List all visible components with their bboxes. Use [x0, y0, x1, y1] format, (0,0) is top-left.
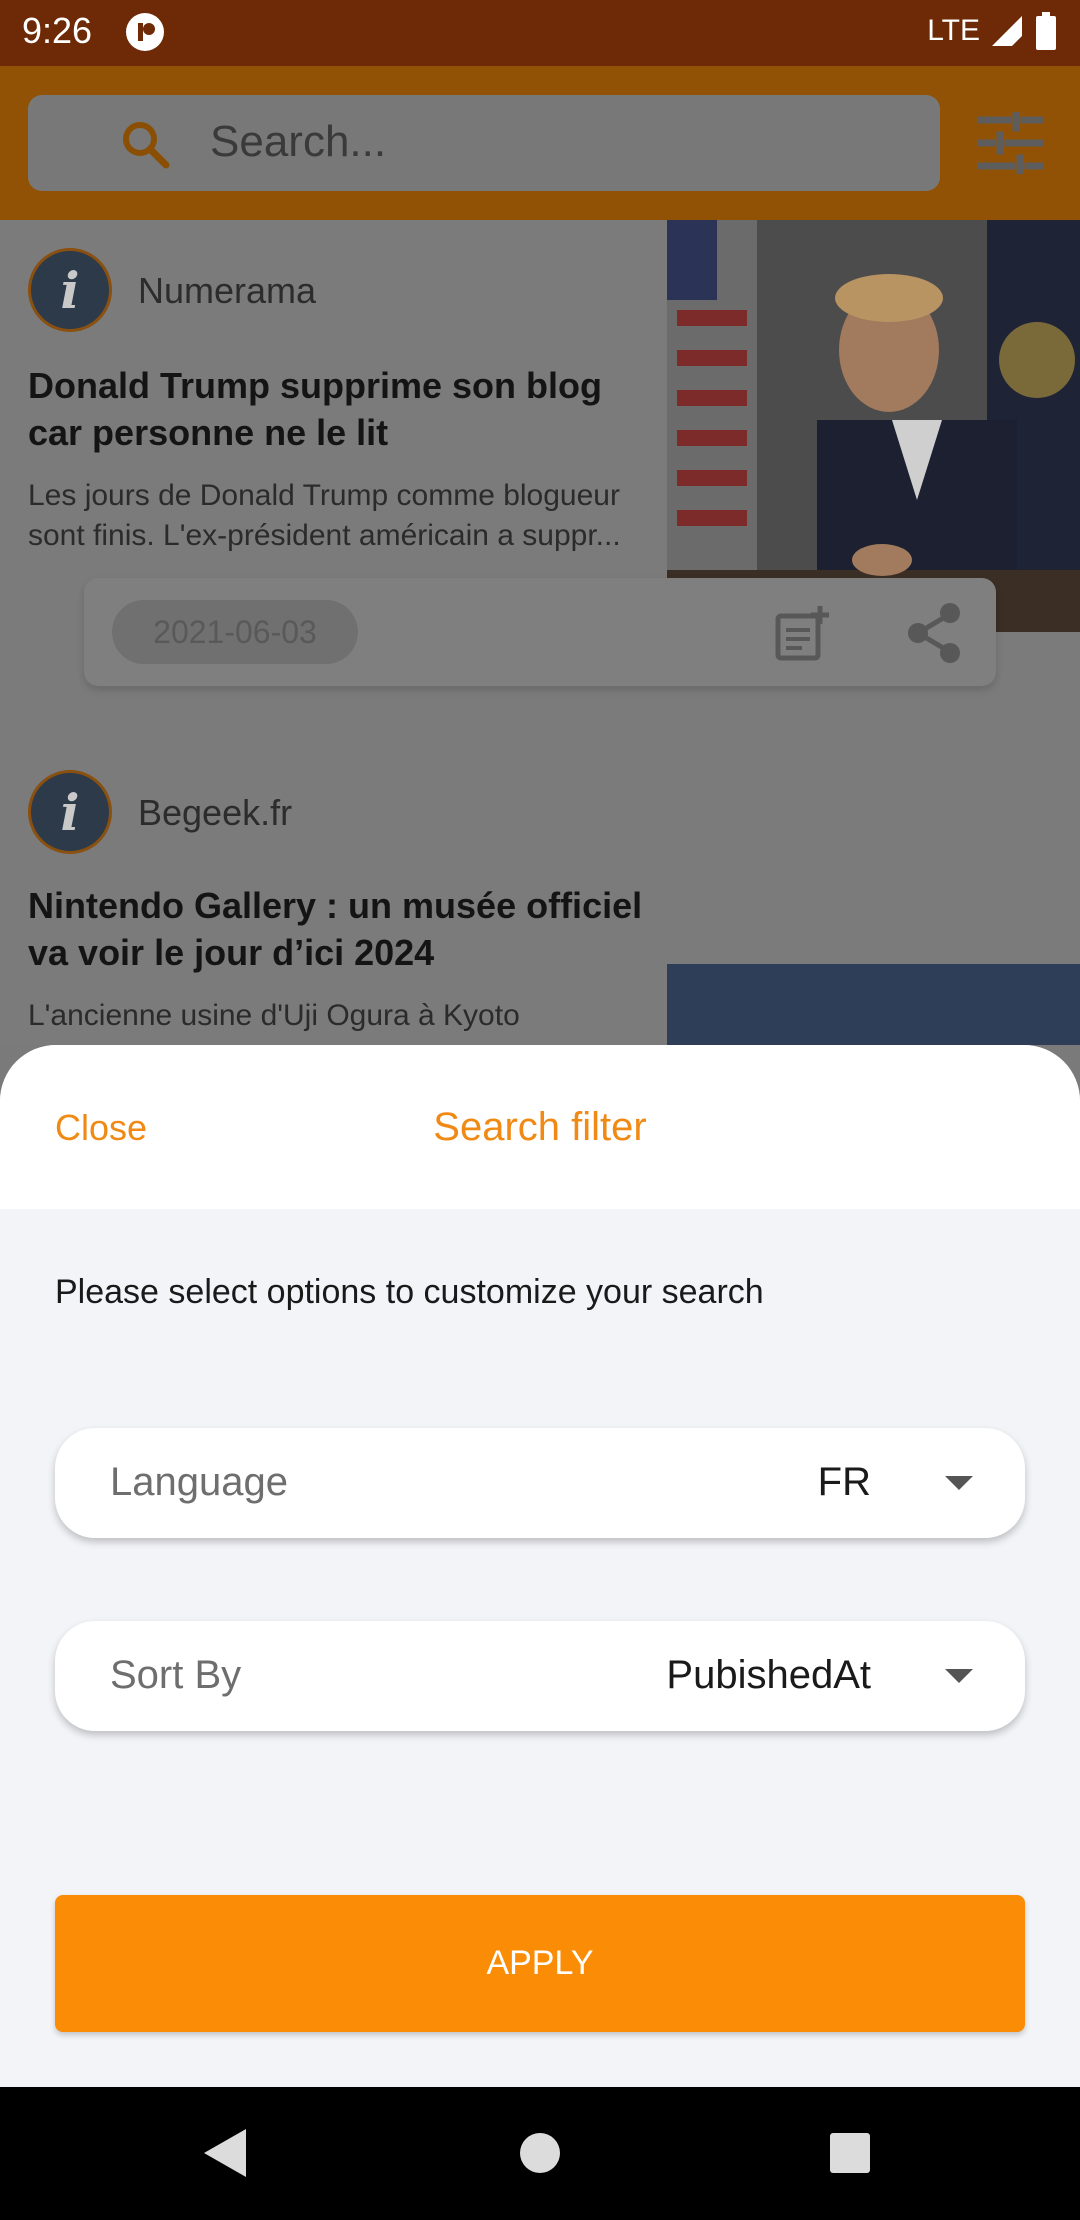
article-image: [667, 964, 1080, 1045]
news-card[interactable]: i Numerama Donald Trump supprime son blo…: [0, 220, 1080, 740]
headline: Nintendo Gallery : un musée officiel va …: [28, 885, 643, 973]
filter-sliders-icon[interactable]: [978, 112, 1044, 174]
search-icon: [123, 122, 170, 169]
search-filter-sheet: Close Search filter Please select option…: [0, 1045, 1080, 2087]
instructions-text: Please select options to customize your …: [55, 1273, 764, 1311]
source-name: Numerama: [138, 270, 317, 311]
news-card[interactable]: i Begeek.fr Nintendo Gallery : un musée …: [0, 742, 1080, 1045]
summary: Les jours de Donald Trump comme blogueur…: [28, 479, 621, 552]
back-icon[interactable]: [200, 2127, 250, 2179]
language-label: Language: [110, 1460, 288, 1504]
status-time: 9:26: [22, 10, 93, 51]
dropdown-caret-icon: [945, 1476, 973, 1490]
signal-icon: [992, 16, 1022, 46]
app-notification-icon: [126, 13, 164, 51]
sort-by-value: PubishedAt: [666, 1653, 871, 1697]
source-logo-icon: i: [28, 770, 112, 854]
news-feed: i Numerama Donald Trump supprime son blo…: [0, 220, 1080, 1045]
sheet-title: Search filter: [433, 1105, 647, 1149]
language-select[interactable]: Language FR: [55, 1428, 1025, 1538]
search-placeholder: Search...: [210, 117, 387, 166]
sort-by-select[interactable]: Sort By PubishedAt: [55, 1621, 1025, 1731]
date-chip: 2021-06-03: [112, 600, 358, 664]
apply-button[interactable]: APPLY: [55, 1895, 1025, 2032]
source-name: Begeek.fr: [138, 792, 293, 833]
language-value: FR: [817, 1460, 871, 1504]
recents-icon[interactable]: [829, 2132, 871, 2174]
navigation-bar: [0, 2087, 1080, 2220]
search-input[interactable]: Search...: [28, 95, 940, 191]
share-icon[interactable]: [904, 602, 964, 664]
sheet-header: Close Search filter: [0, 1045, 1080, 1209]
status-bar: 9:26 LTE: [0, 0, 1080, 66]
article-image: [667, 220, 1080, 632]
source-logo-icon: i: [28, 248, 112, 332]
app-bar: Search...: [0, 66, 1080, 220]
headline: Donald Trump supprime son blog car perso…: [28, 365, 603, 453]
battery-icon: [1036, 12, 1056, 50]
home-icon[interactable]: [518, 2131, 562, 2175]
network-type: LTE: [927, 14, 980, 47]
sort-by-label: Sort By: [110, 1653, 242, 1697]
card-action-bar: 2021-06-03: [84, 578, 996, 686]
add-note-icon[interactable]: [772, 604, 832, 664]
summary: L'ancienne usine d'Uji Ogura à Kyoto: [28, 999, 520, 1032]
dropdown-caret-icon: [945, 1669, 973, 1683]
